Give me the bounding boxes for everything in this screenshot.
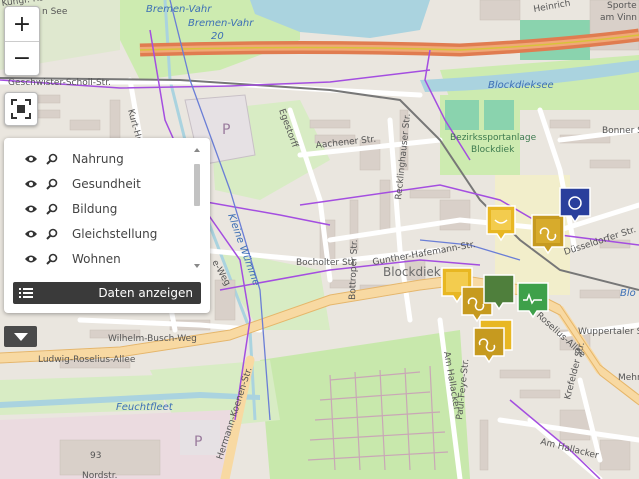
map-label: Bezirkssportanlage <box>450 133 537 143</box>
layer-label: Gesundheit <box>72 176 141 191</box>
eye-icon[interactable] <box>24 227 38 241</box>
map-label: Wilhelm-Busch-Weg <box>108 334 197 344</box>
magnifier-icon[interactable] <box>45 227 59 241</box>
map-label: Blockdiek <box>383 265 441 279</box>
map-label: Blockdiek <box>471 145 515 155</box>
list-icon <box>19 284 33 303</box>
show-data-button[interactable]: Daten anzeigen <box>13 282 201 304</box>
zoom-control: + − <box>4 6 40 76</box>
zoom-in-button[interactable]: + <box>5 7 39 41</box>
layer-label: Gleichstellung <box>72 226 158 241</box>
map-label: am Vinn <box>600 13 637 23</box>
zoom-out-button[interactable]: − <box>5 41 39 75</box>
magnifier-icon[interactable] <box>45 152 59 166</box>
layer-item-wohnen[interactable]: Wohnen <box>4 246 194 270</box>
scroll-down-icon[interactable] <box>194 264 200 268</box>
map-label: Geschwister-Scholl-Str. <box>8 78 111 88</box>
map-label: Sporte <box>607 1 637 11</box>
magnifier-icon[interactable] <box>45 202 59 216</box>
map-label: Bottroper Str. <box>348 239 360 300</box>
parking-icon: P <box>194 434 202 450</box>
magnifier-icon[interactable] <box>45 252 59 266</box>
sports-field <box>445 100 479 130</box>
collapse-panel-button[interactable] <box>4 326 37 347</box>
map-label: Bonner St <box>602 126 639 136</box>
map-label: Mehr <box>618 373 639 383</box>
map-label: n See <box>42 7 68 17</box>
parking-icon: P <box>222 122 230 138</box>
layer-panel: Nahrung Gesundheit Bildung Gleichstellun… <box>4 138 210 313</box>
scroll-thumb[interactable] <box>194 164 200 206</box>
fullscreen-icon <box>11 99 31 119</box>
show-data-label: Daten anzeigen <box>98 286 193 300</box>
map-label: Bremen-Vahr <box>188 18 254 29</box>
eye-icon[interactable] <box>24 177 38 191</box>
layer-list-scrollbar[interactable] <box>192 148 202 268</box>
magnifier-icon[interactable] <box>45 177 59 191</box>
eye-icon[interactable] <box>24 152 38 166</box>
layer-list: Nahrung Gesundheit Bildung Gleichstellun… <box>4 146 194 270</box>
layer-item-nahrung[interactable]: Nahrung <box>4 146 194 171</box>
map-label: Feuchtfleet <box>116 402 174 413</box>
chevron-down-icon <box>13 332 28 341</box>
layer-label: Wohnen <box>72 251 121 266</box>
map-label: Blockdieksee <box>488 80 554 91</box>
map-label: Nordstr. <box>82 471 117 479</box>
marker-konsum-1[interactable] <box>531 214 565 255</box>
map-label: 20 <box>211 31 224 42</box>
map-label: Bocholter Str. <box>296 258 357 268</box>
fullscreen-button[interactable] <box>4 92 38 126</box>
map-label: 93 <box>90 451 101 461</box>
scroll-up-icon[interactable] <box>194 148 200 152</box>
map-label: Bremen-Vahr <box>146 4 212 15</box>
layer-item-gesundheit[interactable]: Gesundheit <box>4 171 194 196</box>
layer-item-bildung[interactable]: Bildung <box>4 196 194 221</box>
map-label: Blo <box>620 288 636 299</box>
map-label: Ludwig-Roselius-Allee <box>38 355 136 365</box>
layer-label: Bildung <box>72 201 118 216</box>
eye-icon[interactable] <box>24 252 38 266</box>
map-label: Wuppertaler Str. <box>578 327 639 337</box>
eye-icon[interactable] <box>24 202 38 216</box>
layer-label: Nahrung <box>72 151 124 166</box>
layer-item-gleichstellung[interactable]: Gleichstellung <box>4 221 194 246</box>
sports-field <box>484 100 514 130</box>
